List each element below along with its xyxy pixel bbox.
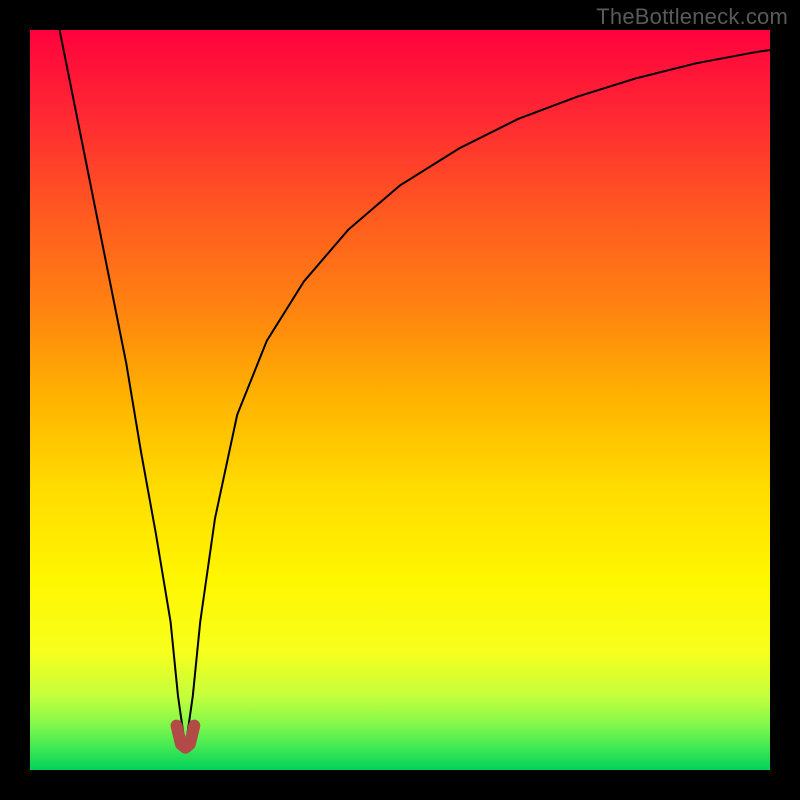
gradient-background xyxy=(30,30,770,770)
attribution-text: TheBottleneck.com xyxy=(596,4,788,30)
chart-svg xyxy=(0,0,800,800)
chart-stage: TheBottleneck.com xyxy=(0,0,800,800)
